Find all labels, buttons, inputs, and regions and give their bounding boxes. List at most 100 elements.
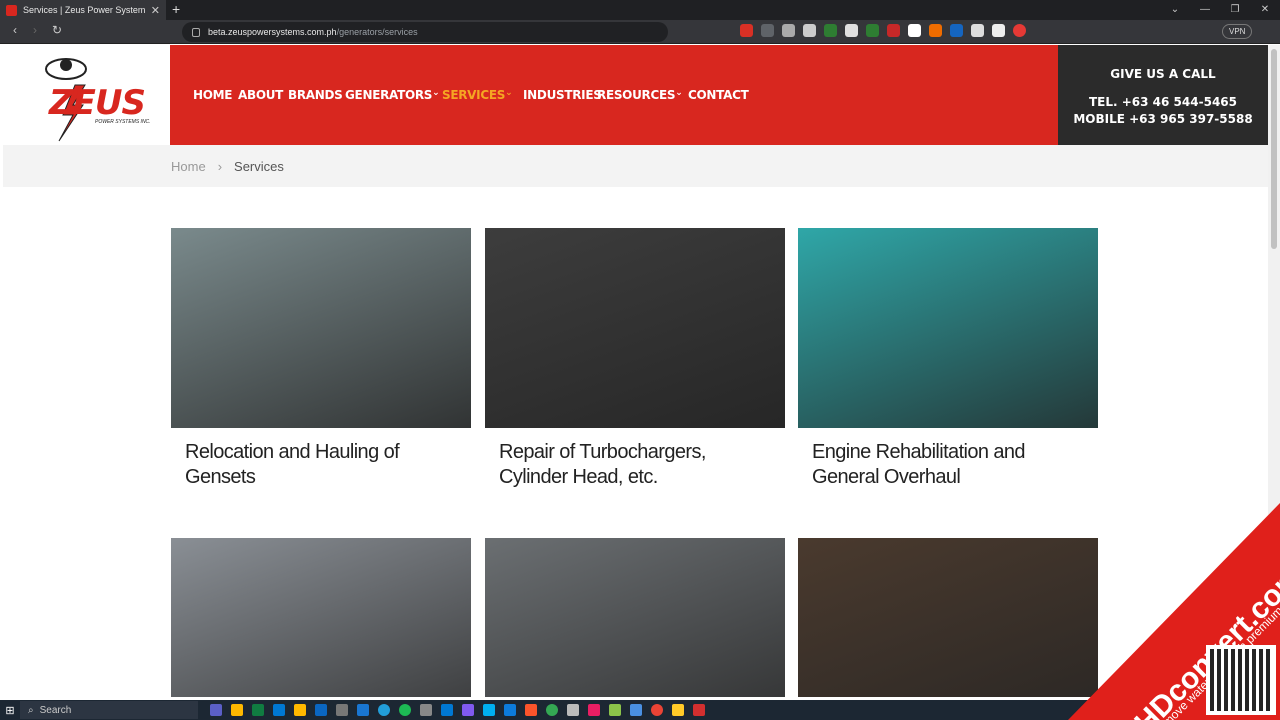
service-title[interactable]: Relocation and Hauling of Gensets	[171, 428, 471, 502]
app-icon[interactable]	[252, 704, 264, 716]
nav-item-industries[interactable]: INDUSTRIES	[523, 88, 602, 102]
sidebar-icon[interactable]	[992, 24, 1005, 37]
app-icon[interactable]	[441, 704, 453, 716]
vpn-button[interactable]: VPN	[1222, 24, 1253, 39]
service-card[interactable]	[171, 538, 471, 697]
service-card[interactable]	[798, 538, 1098, 697]
logo-subtitle: POWER SYSTEMS INC.	[95, 119, 151, 125]
extension-icon[interactable]	[929, 24, 942, 37]
extension-icon[interactable]	[782, 24, 795, 37]
service-title[interactable]: Engine Rehabilitation and General Overha…	[798, 428, 1098, 502]
chevron-down-icon[interactable]: ⌄	[1160, 0, 1190, 20]
extension-icon[interactable]	[740, 24, 753, 37]
search-icon: ⌕	[28, 704, 34, 716]
app-icon[interactable]	[273, 704, 285, 716]
chevron-down-icon[interactable]: ⌄	[675, 88, 683, 98]
nav-item-resources[interactable]: RESOURCES ⌄	[597, 88, 688, 102]
app-icon[interactable]	[336, 704, 348, 716]
app-icon[interactable]	[315, 704, 327, 716]
service-photo[interactable]	[171, 538, 471, 697]
service-card[interactable]: Engine Rehabilitation and General Overha…	[798, 228, 1098, 502]
nav-item-services[interactable]: SERVICES ⌄	[442, 88, 523, 102]
app-icon[interactable]	[651, 704, 663, 716]
service-photo[interactable]	[171, 228, 471, 428]
nav-item-contact[interactable]: CONTACT	[688, 88, 749, 102]
lock-icon	[192, 27, 200, 37]
app-icon[interactable]	[693, 704, 705, 716]
minimize-button[interactable]: —	[1190, 0, 1220, 20]
app-icon[interactable]	[588, 704, 600, 716]
service-photo[interactable]	[485, 538, 785, 697]
app-icon[interactable]	[483, 704, 495, 716]
service-card[interactable]: Relocation and Hauling of Gensets	[171, 228, 471, 502]
logo-wordmark: ZEUS	[49, 83, 146, 123]
service-photo[interactable]	[798, 228, 1098, 428]
app-icon[interactable]	[378, 704, 390, 716]
breadcrumb-separator: ›	[217, 159, 223, 174]
breadcrumb-home-link[interactable]: Home	[171, 159, 206, 174]
app-icon[interactable]	[525, 704, 537, 716]
browser-tab-bar: Services | Zeus Power Systems ✕ + ⌄ — ❐ …	[0, 0, 1280, 20]
extensions-toolbar	[740, 24, 1026, 37]
taskbar-apps	[210, 704, 705, 716]
windows-start-icon[interactable]: ⊞	[0, 704, 20, 717]
nav-item-about[interactable]: ABOUT	[238, 88, 288, 102]
browser-tab[interactable]: Services | Zeus Power Systems ✕	[0, 0, 166, 20]
service-card[interactable]: Repair of Turbochargers, Cylinder Head, …	[485, 228, 785, 502]
app-icon[interactable]	[294, 704, 306, 716]
service-photo[interactable]	[485, 228, 785, 428]
main-navigation: HOME ABOUT BRANDS GENERATORS ⌄ SERVICES ⌄ IND…	[170, 45, 1058, 145]
close-tab-icon[interactable]: ✕	[151, 4, 160, 17]
service-title[interactable]: Repair of Turbochargers, Cylinder Head, …	[485, 428, 785, 502]
app-icon[interactable]	[504, 704, 516, 716]
extension-icon[interactable]	[908, 24, 921, 37]
breadcrumb: Home › Services	[3, 145, 1268, 187]
back-button[interactable]: ‹	[6, 23, 24, 37]
app-icon[interactable]	[420, 704, 432, 716]
breadcrumb-current: Services	[234, 159, 284, 174]
telephone-number[interactable]: TEL. +63 46 544-5465	[1058, 95, 1268, 109]
app-icon[interactable]	[567, 704, 579, 716]
folder-icon[interactable]	[231, 704, 243, 716]
nav-item-home[interactable]: HOME	[193, 88, 238, 102]
extension-icon[interactable]	[845, 24, 858, 37]
forward-button[interactable]: ›	[26, 23, 44, 37]
nav-item-generators[interactable]: GENERATORS ⌄	[345, 88, 442, 102]
site-favicon-icon	[6, 4, 17, 16]
nav-item-brands[interactable]: BRANDS	[288, 88, 345, 102]
address-bar: ‹ › ↻ beta.zeuspowersystems.com.ph/gener…	[0, 20, 1280, 44]
reload-button[interactable]: ↻	[48, 23, 66, 37]
nav-menu: HOME ABOUT BRANDS GENERATORS ⌄ SERVICES ⌄ IND…	[193, 88, 749, 102]
scrollbar-thumb[interactable]	[1271, 49, 1277, 249]
close-window-button[interactable]: ✕	[1250, 0, 1280, 20]
app-icon[interactable]	[357, 704, 369, 716]
qr-code-icon	[1206, 645, 1276, 715]
new-tab-button[interactable]: +	[172, 1, 180, 17]
app-icon[interactable]	[210, 704, 222, 716]
app-icon[interactable]	[462, 704, 474, 716]
mobile-number[interactable]: MOBILE +63 965 397-5588	[1058, 112, 1268, 126]
extension-icon[interactable]	[824, 24, 837, 37]
extension-icon[interactable]	[950, 24, 963, 37]
chevron-down-icon[interactable]: ⌄	[505, 88, 513, 98]
puzzle-icon[interactable]	[971, 24, 984, 37]
app-icon[interactable]	[399, 704, 411, 716]
chevron-down-icon[interactable]: ⌄	[432, 88, 440, 98]
restore-button[interactable]: ❐	[1220, 0, 1250, 20]
service-card[interactable]	[485, 538, 785, 697]
app-icon[interactable]	[546, 704, 558, 716]
app-icon[interactable]	[630, 704, 642, 716]
extension-icon[interactable]	[761, 24, 774, 37]
service-photo[interactable]	[798, 538, 1098, 697]
profile-avatar[interactable]	[1013, 24, 1026, 37]
app-icon[interactable]	[672, 704, 684, 716]
extension-icon[interactable]	[866, 24, 879, 37]
extension-icon[interactable]	[803, 24, 816, 37]
taskbar-search[interactable]: ⌕ Search	[20, 701, 198, 719]
site-logo[interactable]: ZEUS POWER SYSTEMS INC.	[3, 45, 170, 145]
extension-icon[interactable]	[887, 24, 900, 37]
url-field[interactable]: beta.zeuspowersystems.com.ph/generators/…	[182, 22, 668, 42]
search-label: Search	[39, 704, 72, 716]
app-icon[interactable]	[609, 704, 621, 716]
window-controls: ⌄ — ❐ ✕	[1160, 0, 1280, 20]
